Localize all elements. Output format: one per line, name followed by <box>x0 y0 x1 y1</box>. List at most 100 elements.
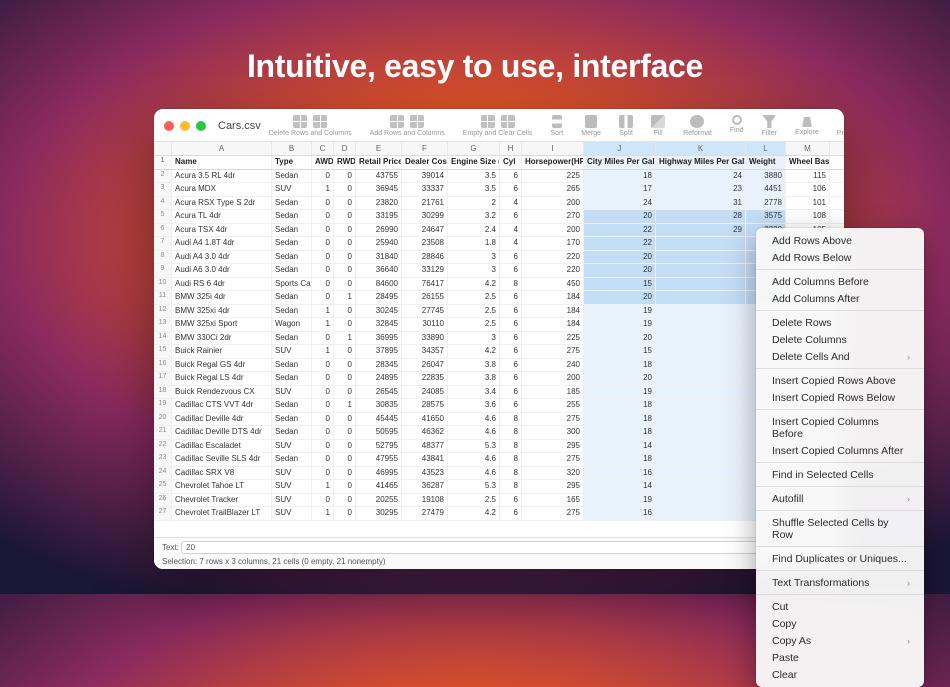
cell[interactable]: 33890 <box>402 332 448 345</box>
cell[interactable] <box>656 399 746 412</box>
cell[interactable]: Audi RS 6 4dr <box>172 278 272 291</box>
cell[interactable]: 18 <box>584 413 656 426</box>
cell[interactable]: Cadillac CTS VVT 4dr <box>172 399 272 412</box>
cell[interactable]: 20255 <box>356 494 402 507</box>
menu-item[interactable]: Find in Selected Cells <box>756 466 924 483</box>
cell[interactable]: 0 <box>334 467 356 480</box>
spreadsheet-grid[interactable]: ABCDEFGHIJKLM 1NameTypeAWDRWDRetail Pric… <box>154 142 844 537</box>
cell[interactable]: 46362 <box>402 426 448 439</box>
cell[interactable]: Audi A4 3.0 4dr <box>172 251 272 264</box>
cell[interactable]: 18 <box>584 453 656 466</box>
cell[interactable]: 0 <box>334 318 356 331</box>
column-header[interactable]: H <box>500 142 522 155</box>
cell[interactable]: Acura MDX <box>172 183 272 196</box>
data-row[interactable]: 22Cadillac EscaladetSUV0052795483775.382… <box>154 440 844 454</box>
cell[interactable]: 25940 <box>356 237 402 250</box>
column-header[interactable]: K <box>656 142 746 155</box>
menu-item[interactable]: Delete Columns <box>756 331 924 348</box>
cell[interactable]: 0 <box>334 345 356 358</box>
cell[interactable]: 84600 <box>356 278 402 291</box>
column-header[interactable]: A <box>172 142 272 155</box>
cell[interactable]: 4 <box>500 197 522 210</box>
cell[interactable]: 115 <box>786 170 830 183</box>
cell[interactable]: 200 <box>522 372 584 385</box>
menu-item[interactable]: Add Columns After <box>756 290 924 307</box>
cell[interactable] <box>656 372 746 385</box>
cell[interactable]: SUV <box>272 467 312 480</box>
cell[interactable]: 8 <box>500 278 522 291</box>
cell[interactable]: 33195 <box>356 210 402 223</box>
row-number[interactable]: 19 <box>154 399 172 412</box>
data-row[interactable]: 18Buick Rendezvous CXSUV0026545240853.46… <box>154 386 844 400</box>
menu-item[interactable]: Text Transformations› <box>756 574 924 591</box>
column-name[interactable]: RWD <box>334 156 356 169</box>
cell[interactable]: 34357 <box>402 345 448 358</box>
cell[interactable]: 300 <box>522 426 584 439</box>
data-row[interactable]: 16Buick Regal GS 4drSedan0028345260473.8… <box>154 359 844 373</box>
cell[interactable]: 15 <box>584 345 656 358</box>
cell[interactable]: 18 <box>584 170 656 183</box>
cell[interactable]: 22835 <box>402 372 448 385</box>
cell[interactable]: 19 <box>584 318 656 331</box>
cell[interactable]: 5.3 <box>448 440 500 453</box>
cell[interactable]: 1.8 <box>448 237 500 250</box>
cell[interactable]: 29 <box>656 224 746 237</box>
cell[interactable]: 26155 <box>402 291 448 304</box>
grid-icon[interactable] <box>410 115 424 128</box>
cell[interactable]: 18 <box>584 426 656 439</box>
data-row[interactable]: 2Acura 3.5 RL 4drSedan0043755390143.5622… <box>154 170 844 184</box>
cell[interactable]: 14 <box>584 440 656 453</box>
cell[interactable]: 3.5 <box>448 170 500 183</box>
cell[interactable]: 295 <box>522 480 584 493</box>
cell[interactable]: 4.2 <box>448 507 500 520</box>
data-row[interactable]: 9Audi A6 3.0 4drSedan0036640331293622020 <box>154 264 844 278</box>
cell[interactable] <box>656 386 746 399</box>
cell[interactable]: 0 <box>334 197 356 210</box>
cell[interactable]: 0 <box>312 440 334 453</box>
cell[interactable]: 30110 <box>402 318 448 331</box>
cell[interactable]: 0 <box>312 413 334 426</box>
cell[interactable]: 20 <box>584 264 656 277</box>
cell[interactable]: 27479 <box>402 507 448 520</box>
cell[interactable]: 2778 <box>746 197 786 210</box>
pillar-icon[interactable] <box>802 117 812 127</box>
cell[interactable]: Acura RSX Type S 2dr <box>172 197 272 210</box>
cell[interactable]: 6 <box>500 494 522 507</box>
cell[interactable]: 1 <box>312 507 334 520</box>
cell[interactable]: 30245 <box>356 305 402 318</box>
cell[interactable]: 0 <box>334 480 356 493</box>
cell[interactable]: 6 <box>500 264 522 277</box>
cell[interactable]: 0 <box>334 305 356 318</box>
cell[interactable]: 5.3 <box>448 480 500 493</box>
menu-item[interactable]: Find Duplicates or Uniques... <box>756 550 924 567</box>
menu-item[interactable]: Insert Copied Columns Before <box>756 413 924 442</box>
cell[interactable]: 0 <box>312 170 334 183</box>
cell[interactable]: 48377 <box>402 440 448 453</box>
cell[interactable]: 20 <box>584 372 656 385</box>
cell[interactable] <box>656 467 746 480</box>
menu-item[interactable]: Insert Copied Rows Above <box>756 372 924 389</box>
cell[interactable]: 20 <box>584 251 656 264</box>
cell[interactable]: 0 <box>334 426 356 439</box>
menu-item[interactable]: Insert Copied Columns After <box>756 442 924 459</box>
cell[interactable]: Sedan <box>272 264 312 277</box>
cell[interactable]: 18 <box>584 359 656 372</box>
cell[interactable]: 4.6 <box>448 426 500 439</box>
cell[interactable]: 170 <box>522 237 584 250</box>
cell[interactable]: 8 <box>500 440 522 453</box>
row-number[interactable]: 7 <box>154 237 172 250</box>
cell[interactable]: 0 <box>334 183 356 196</box>
cell[interactable]: 1 <box>312 305 334 318</box>
cell[interactable]: 22 <box>584 224 656 237</box>
cell[interactable] <box>656 237 746 250</box>
cell[interactable]: Cadillac Seville SLS 4dr <box>172 453 272 466</box>
data-row[interactable]: 10Audi RS 6 4drSports Car0084600764174.2… <box>154 278 844 292</box>
cell[interactable]: 20 <box>584 291 656 304</box>
cell[interactable]: SUV <box>272 183 312 196</box>
column-name[interactable]: Dealer Cost <box>402 156 448 169</box>
cell[interactable]: 4 <box>500 237 522 250</box>
cell[interactable]: 0 <box>334 440 356 453</box>
cell[interactable]: 6 <box>500 183 522 196</box>
cell[interactable]: 26545 <box>356 386 402 399</box>
cell[interactable]: Acura TL 4dr <box>172 210 272 223</box>
